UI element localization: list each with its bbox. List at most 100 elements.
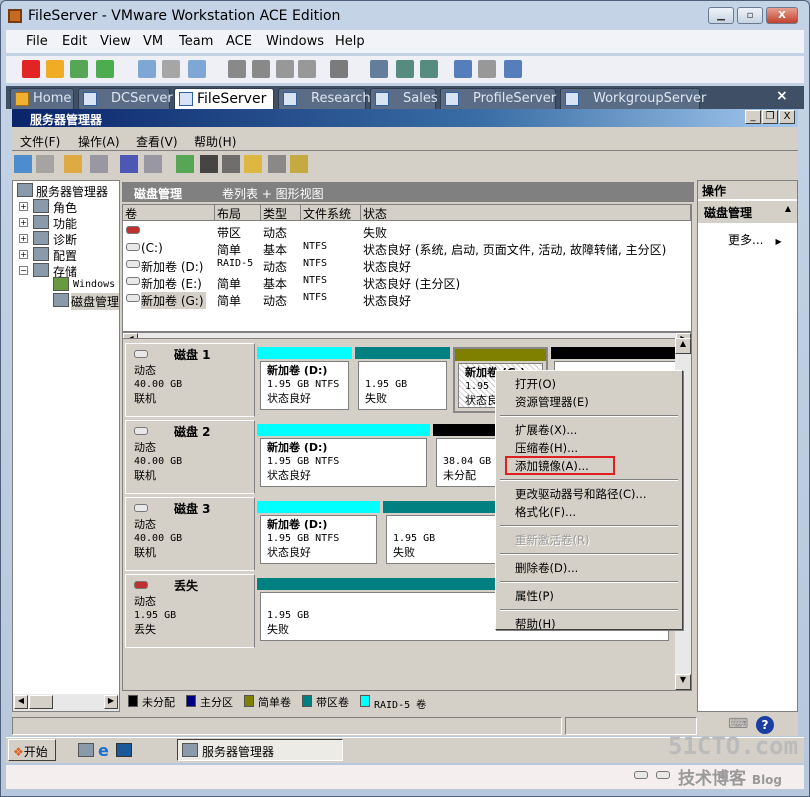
tab-dcserver[interactable]: DCServer xyxy=(78,88,173,109)
menu-view[interactable]: View xyxy=(100,34,131,49)
usb-icon[interactable] xyxy=(298,60,316,78)
console-view-icon[interactable] xyxy=(504,60,522,78)
expand-toggle[interactable]: − xyxy=(19,266,28,275)
unity-icon[interactable] xyxy=(420,60,438,78)
show-desktop-icon[interactable] xyxy=(116,743,132,757)
menu-windows[interactable]: Windows xyxy=(266,34,324,49)
hdd-icon[interactable] xyxy=(656,771,670,779)
tree-item[interactable]: 配置 xyxy=(53,247,77,264)
partition[interactable]: 新加卷 (D:) 1.95 GB NTFS 状态良好 xyxy=(257,347,352,413)
context-menu-item[interactable]: 属性(P) xyxy=(515,588,554,604)
close-button[interactable]: X xyxy=(766,7,798,24)
tab-research[interactable]: Research xyxy=(278,88,371,109)
tab-sales[interactable]: Sales xyxy=(370,88,438,109)
network2-icon[interactable] xyxy=(252,60,270,78)
tree-item-windows[interactable]: Windows xyxy=(73,279,115,290)
search-icon[interactable] xyxy=(268,155,286,173)
tree-item[interactable]: 角色 xyxy=(53,199,77,216)
mmc-close-button[interactable]: X xyxy=(779,110,795,124)
wizard-icon[interactable] xyxy=(290,155,308,173)
partition[interactable]: 1.95 GB 失败 xyxy=(355,347,450,413)
mmc-minimize-button[interactable]: _ xyxy=(745,110,761,124)
table-row[interactable]: 带区 动态 失败 xyxy=(123,222,691,240)
tree-item[interactable]: 功能 xyxy=(53,215,77,232)
show-hide-action-icon[interactable] xyxy=(144,155,162,173)
appliance-icon[interactable] xyxy=(478,60,496,78)
tab-fileserver[interactable]: FileServer xyxy=(174,88,274,109)
context-menu-item[interactable]: 更改驱动器号和路径(C)... xyxy=(515,486,646,502)
power-on-icon[interactable] xyxy=(70,60,88,78)
menu-edit[interactable]: Edit xyxy=(62,34,87,49)
expand-toggle[interactable]: + xyxy=(19,234,28,243)
menu-help[interactable]: Help xyxy=(335,34,365,49)
quick-switch-icon[interactable] xyxy=(370,60,388,78)
tab-home[interactable]: Home xyxy=(10,88,74,109)
snapshot-manager-icon[interactable] xyxy=(188,60,206,78)
partition[interactable]: 新加卷 (D:) 1.95 GB NTFS 状态良好 xyxy=(257,501,380,567)
console-icon[interactable] xyxy=(330,60,348,78)
help-icon[interactable] xyxy=(120,155,138,173)
menu-ace[interactable]: ACE xyxy=(226,34,252,49)
refresh-icon[interactable] xyxy=(176,155,194,173)
column-header[interactable]: 文件系统 xyxy=(301,205,361,221)
suspend-icon[interactable] xyxy=(46,60,64,78)
menu-team[interactable]: Team xyxy=(179,34,213,49)
table-row[interactable]: 新加卷 (G:) 简单 动态 NTFS 状态良好 xyxy=(123,290,691,309)
context-menu-item[interactable]: 重新激活卷(R) xyxy=(515,532,589,548)
snapshot-icon[interactable] xyxy=(138,60,156,78)
minimize-button[interactable]: ▁ xyxy=(708,7,734,24)
close-tab-button[interactable]: × xyxy=(776,88,788,104)
column-header[interactable]: 状态 xyxy=(361,205,691,221)
actions-more[interactable]: 更多... ▶ xyxy=(728,231,782,248)
mmc-menu-item[interactable]: 查看(V) xyxy=(136,133,178,150)
context-menu-item[interactable]: 资源管理器(E) xyxy=(515,394,589,410)
power-off-icon[interactable] xyxy=(22,60,40,78)
properties-icon[interactable] xyxy=(222,155,240,173)
tree-item-disk-management[interactable]: 磁盘管理 xyxy=(71,293,119,310)
reset-icon[interactable] xyxy=(96,60,114,78)
up-icon[interactable] xyxy=(64,155,82,173)
full-screen-icon[interactable] xyxy=(396,60,414,78)
open-icon[interactable] xyxy=(244,155,262,173)
partition[interactable]: 新加卷 (D:) 1.95 GB NTFS 状态良好 xyxy=(257,424,430,490)
expand-toggle[interactable]: + xyxy=(19,218,28,227)
tab-workgroupserver[interactable]: WorkgroupServer xyxy=(560,88,706,109)
context-menu-item[interactable]: 扩展卷(X)... xyxy=(515,422,577,438)
mmc-restore-button[interactable]: ❐ xyxy=(762,110,778,124)
column-header[interactable]: 卷 xyxy=(123,205,215,221)
context-menu-item[interactable]: 删除卷(D)... xyxy=(515,560,578,576)
menu-vm[interactable]: VM xyxy=(143,34,163,49)
summary-icon[interactable] xyxy=(454,60,472,78)
column-header[interactable]: 类型 xyxy=(261,205,301,221)
tree-root[interactable]: 服务器管理器 xyxy=(36,183,108,200)
maximize-button[interactable]: ▫ xyxy=(737,7,763,24)
table-row[interactable]: (C:) 简单 基本 NTFS 状态良好 (系统, 启动, 页面文件, 活动, 故障转储… xyxy=(123,239,691,257)
actions-section[interactable]: 磁盘管理 ▲ xyxy=(698,201,797,223)
mmc-menu-item[interactable]: 文件(F) xyxy=(20,133,60,150)
expand-toggle[interactable]: + xyxy=(19,202,28,211)
context-menu-item[interactable]: 格式化(F)... xyxy=(515,504,576,520)
column-header[interactable]: 布局 xyxy=(215,205,261,221)
table-row[interactable]: 新加卷 (E:) 简单 基本 NTFS 状态良好 (主分区) xyxy=(123,273,691,291)
expand-toggle[interactable]: + xyxy=(19,250,28,259)
ie-icon[interactable]: e xyxy=(98,741,109,760)
back-icon[interactable] xyxy=(14,155,32,173)
mmc-menu-item[interactable]: 帮助(H) xyxy=(194,133,236,150)
context-menu-item[interactable]: 打开(O) xyxy=(515,376,556,392)
hdd-icon[interactable] xyxy=(634,771,648,779)
device-icon[interactable] xyxy=(276,60,294,78)
context-menu-item[interactable]: 压缩卷(H)... xyxy=(515,440,578,456)
network-icon[interactable] xyxy=(228,60,246,78)
taskbar-item-server-manager[interactable]: 服务器管理器 xyxy=(177,739,343,761)
delete-icon[interactable] xyxy=(200,155,218,173)
table-row[interactable]: 新加卷 (D:) RAID-5 动态 NTFS 状态良好 xyxy=(123,256,691,274)
tab-profileserver[interactable]: ProfileServer xyxy=(440,88,556,109)
context-menu-item[interactable]: 帮助(H) xyxy=(515,616,556,632)
start-button[interactable]: ❖开始 xyxy=(8,739,56,761)
tree-horizontal-scrollbar[interactable]: ◀ ▶ xyxy=(13,694,119,711)
menu-file[interactable]: File xyxy=(26,34,48,49)
tree-item[interactable]: 诊断 xyxy=(53,231,77,248)
forward-icon[interactable] xyxy=(36,155,54,173)
server-manager-quicklaunch-icon[interactable] xyxy=(78,743,94,757)
revert-icon[interactable] xyxy=(162,60,180,78)
